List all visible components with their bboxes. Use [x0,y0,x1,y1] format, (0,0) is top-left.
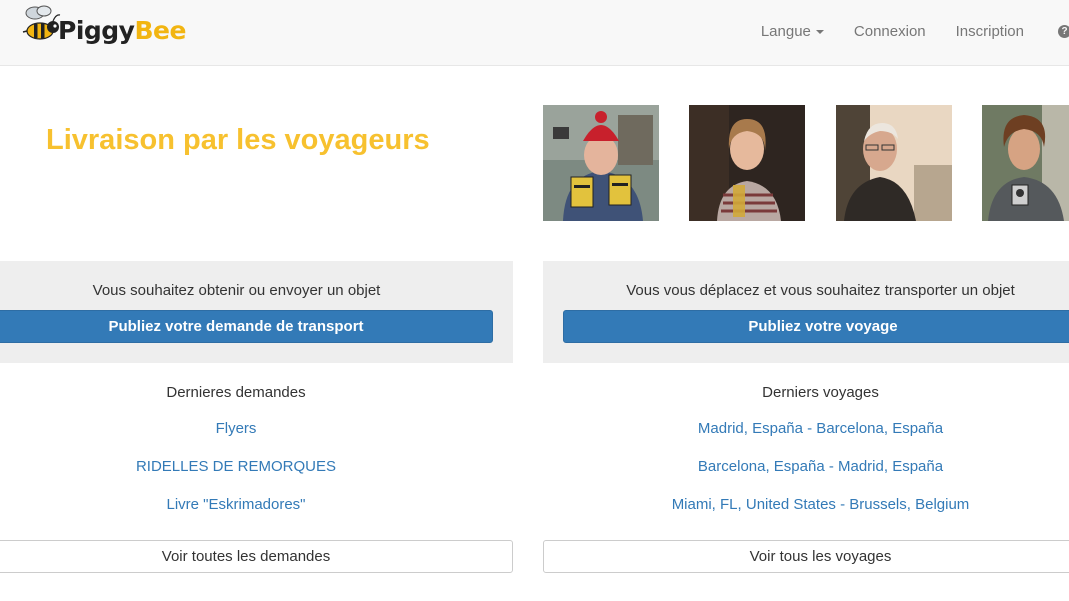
trip-link[interactable]: Barcelona, España - Madrid, España [543,458,1069,475]
piggybee-logo[interactable]: PiggyBee [22,4,186,46]
sender-panel: Vous souhaitez obtenir ou envoyer un obj… [0,261,513,363]
logo-text-bee: Bee [134,15,186,45]
traveler-prompt: Vous vous déplacez et vous souhaitez tra… [626,282,1015,299]
traveler-photo-1 [543,105,659,221]
navbar-menu: Langue Connexion Inscription ? [731,0,1069,62]
latest-requests-title: Dernieres demandes [166,384,306,401]
traveler-photo-2 [689,105,805,221]
trip-link[interactable]: Madrid, España - Barcelona, España [543,420,1069,437]
request-link[interactable]: Flyers [0,420,472,437]
traveler-photo-3 [836,105,952,221]
publish-trip-button[interactable]: Publiez votre voyage [563,310,1069,343]
see-all-trips-button[interactable]: Voir tous les voyages [543,540,1069,573]
logo-text-piggy: Piggy [58,15,135,45]
request-link[interactable]: Livre "Eskrimadores" [0,496,472,513]
bee-icon [22,5,61,40]
logo-wordmark: PiggyBee [58,16,186,45]
login-link[interactable]: Connexion [854,23,926,40]
trip-link[interactable]: Miami, FL, United States - Brussels, Bel… [543,496,1069,513]
signup-link[interactable]: Inscription [956,23,1024,40]
latest-trips-title: Derniers voyages [762,384,879,401]
publish-request-button[interactable]: Publiez votre demande de transport [0,310,493,343]
see-all-requests-button[interactable]: Voir toutes les demandes [0,540,513,573]
hero-title: Livraison par les voyageurs [46,124,430,156]
traveler-photo-4 [982,105,1069,221]
language-dropdown[interactable]: Langue [761,23,824,40]
help-icon[interactable]: ? [1058,24,1069,38]
request-link[interactable]: RIDELLES DE REMORQUES [0,458,472,475]
sender-prompt: Vous souhaitez obtenir ou envoyer un obj… [92,282,381,299]
language-label: Langue [760,22,811,40]
traveler-panel: Vous vous déplacez et vous souhaitez tra… [543,261,1069,363]
caret-down-icon [815,29,824,34]
navbar: PiggyBee Langue Connexion Inscription ? [0,0,1069,66]
